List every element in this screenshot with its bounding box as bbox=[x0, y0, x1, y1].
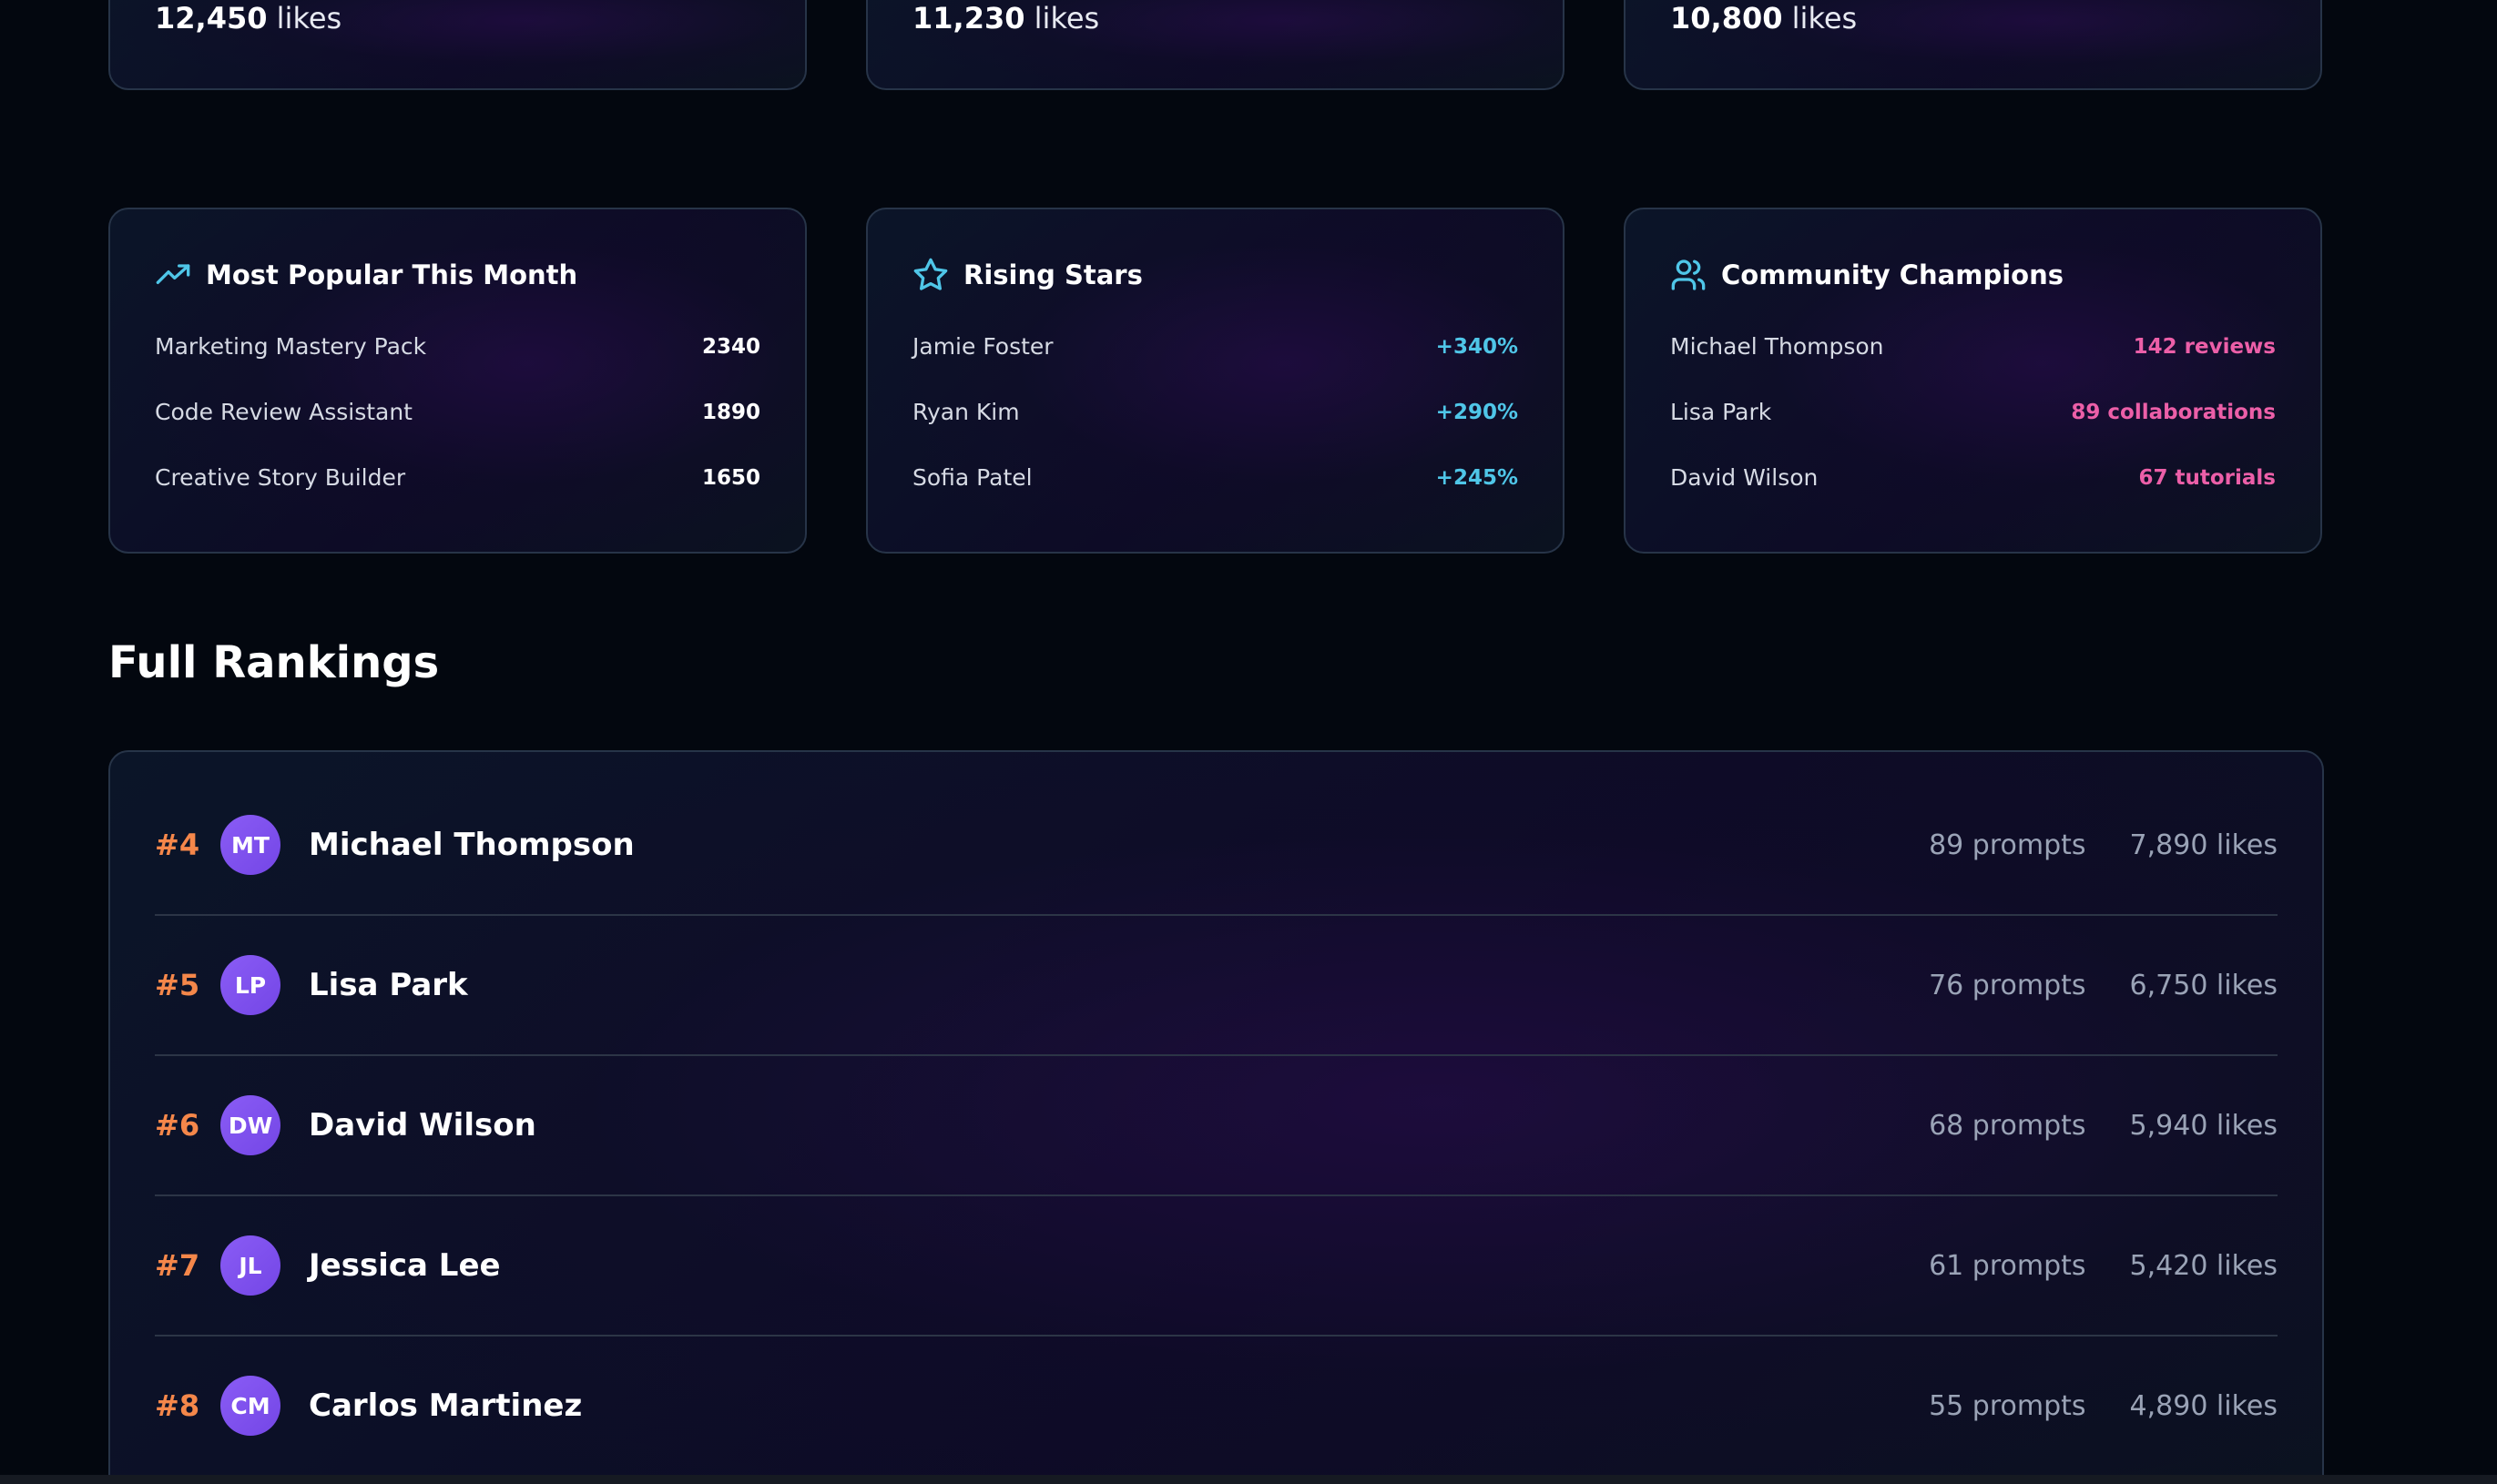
window-bottom-edge bbox=[0, 1475, 2497, 1484]
rising-star-name: Jamie Foster bbox=[912, 333, 1054, 360]
avatar: CM bbox=[220, 1376, 280, 1436]
creator-name: Michael Thompson bbox=[309, 827, 635, 863]
champion-name: Lisa Park bbox=[1670, 399, 1772, 425]
champion-contribution: 142 reviews bbox=[2133, 334, 2276, 359]
ranking-row[interactable]: #6 DW David Wilson 68 prompts 5,940 like… bbox=[155, 1056, 2278, 1196]
rank-number: #4 bbox=[155, 828, 200, 862]
rising-star-item[interactable]: Ryan Kim +290% bbox=[912, 399, 1518, 425]
creator-name: David Wilson bbox=[309, 1107, 536, 1143]
rising-star-growth: +290% bbox=[1435, 400, 1518, 424]
rank-number: #8 bbox=[155, 1388, 200, 1423]
like-count: 4,890 likes bbox=[2129, 1389, 2278, 1422]
users-icon bbox=[1670, 257, 1707, 293]
creator-name: Jessica Lee bbox=[309, 1247, 501, 1284]
leaderboard-page: 12,450 likes 11,230 likes 10,800 likes M… bbox=[0, 0, 2497, 1484]
champion-item[interactable]: David Wilson 67 tutorials bbox=[1670, 464, 2276, 491]
most-popular-title: Most Popular This Month bbox=[206, 259, 578, 290]
most-popular-header: Most Popular This Month bbox=[155, 257, 577, 293]
prompt-count: 68 prompts bbox=[1929, 1109, 2086, 1142]
popular-item-count: 1650 bbox=[701, 465, 760, 490]
trending-up-icon bbox=[155, 257, 191, 293]
rising-star-item[interactable]: Jamie Foster +340% bbox=[912, 333, 1518, 360]
champion-item[interactable]: Michael Thompson 142 reviews bbox=[1670, 333, 2276, 360]
ranking-row[interactable]: #5 LP Lisa Park 76 prompts 6,750 likes bbox=[155, 916, 2278, 1056]
avatar: DW bbox=[220, 1095, 280, 1155]
popular-item-name: Creative Story Builder bbox=[155, 464, 406, 491]
rising-star-name: Sofia Patel bbox=[912, 464, 1033, 491]
prompt-count: 55 prompts bbox=[1929, 1389, 2086, 1422]
popular-item[interactable]: Marketing Mastery Pack 2340 bbox=[155, 333, 760, 360]
champion-name: Michael Thompson bbox=[1670, 333, 1884, 360]
ranking-row[interactable]: #7 JL Jessica Lee 61 prompts 5,420 likes bbox=[155, 1196, 2278, 1337]
prompt-count: 61 prompts bbox=[1929, 1249, 2086, 1282]
ranking-row[interactable]: #4 MT Michael Thompson 89 prompts 7,890 … bbox=[155, 776, 2278, 916]
most-popular-card: Most Popular This Month Marketing Master… bbox=[108, 208, 807, 554]
top-creator-card-3[interactable]: 10,800 likes bbox=[1624, 0, 2322, 90]
avatar: JL bbox=[220, 1235, 280, 1296]
star-icon bbox=[912, 257, 949, 293]
popular-item-name: Code Review Assistant bbox=[155, 399, 413, 425]
champion-name: David Wilson bbox=[1670, 464, 1819, 491]
rising-stars-card: Rising Stars Jamie Foster +340% Ryan Kim… bbox=[866, 208, 1564, 554]
popular-item-count: 2340 bbox=[701, 334, 760, 359]
rising-star-item[interactable]: Sofia Patel +245% bbox=[912, 464, 1518, 491]
top-creator-likes: 12,450 likes bbox=[155, 1, 342, 36]
rising-star-growth: +340% bbox=[1435, 334, 1518, 359]
full-rankings-list: #4 MT Michael Thompson 89 prompts 7,890 … bbox=[108, 750, 2324, 1484]
rising-star-name: Ryan Kim bbox=[912, 399, 1020, 425]
popular-item-count: 1890 bbox=[701, 400, 760, 424]
ranking-row[interactable]: #8 CM Carlos Martinez 55 prompts 4,890 l… bbox=[155, 1337, 2278, 1477]
avatar: LP bbox=[220, 955, 280, 1015]
full-rankings-title: Full Rankings bbox=[108, 637, 440, 688]
prompt-count: 76 prompts bbox=[1929, 969, 2086, 1001]
popular-item[interactable]: Creative Story Builder 1650 bbox=[155, 464, 760, 491]
prompt-count: 89 prompts bbox=[1929, 828, 2086, 861]
top-creator-likes: 10,800 likes bbox=[1670, 1, 1858, 36]
rank-number: #7 bbox=[155, 1248, 200, 1283]
popular-item[interactable]: Code Review Assistant 1890 bbox=[155, 399, 760, 425]
community-champions-card: Community Champions Michael Thompson 142… bbox=[1624, 208, 2322, 554]
top-creator-likes: 11,230 likes bbox=[912, 1, 1100, 36]
like-count: 5,420 likes bbox=[2129, 1249, 2278, 1282]
like-count: 5,940 likes bbox=[2129, 1109, 2278, 1142]
rising-star-growth: +245% bbox=[1435, 465, 1518, 490]
creator-name: Carlos Martinez bbox=[309, 1387, 583, 1424]
rising-stars-header: Rising Stars bbox=[912, 257, 1143, 293]
champion-item[interactable]: Lisa Park 89 collaborations bbox=[1670, 399, 2276, 425]
rank-number: #5 bbox=[155, 968, 200, 1002]
like-count: 6,750 likes bbox=[2129, 969, 2278, 1001]
champion-contribution: 89 collaborations bbox=[2071, 400, 2276, 424]
avatar: MT bbox=[220, 815, 280, 875]
like-count: 7,890 likes bbox=[2129, 828, 2278, 861]
rank-number: #6 bbox=[155, 1108, 200, 1143]
champion-contribution: 67 tutorials bbox=[2138, 465, 2277, 490]
rising-stars-title: Rising Stars bbox=[963, 259, 1143, 290]
creator-name: Lisa Park bbox=[309, 967, 468, 1003]
community-champions-title: Community Champions bbox=[1721, 259, 2064, 290]
top-creator-card-2[interactable]: 11,230 likes bbox=[866, 0, 1564, 90]
community-champions-header: Community Champions bbox=[1670, 257, 2064, 293]
popular-item-name: Marketing Mastery Pack bbox=[155, 333, 427, 360]
top-creator-card-1[interactable]: 12,450 likes bbox=[108, 0, 807, 90]
